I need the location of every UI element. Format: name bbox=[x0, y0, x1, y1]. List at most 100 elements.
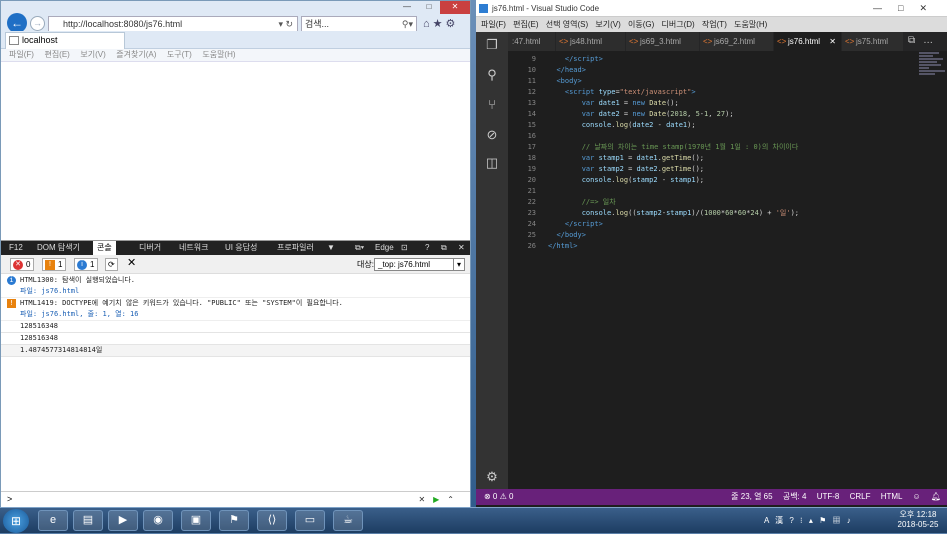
tab-ui-responsiveness[interactable]: UI 응답성 bbox=[225, 241, 257, 255]
cursor-position[interactable]: 줄 23, 열 65 bbox=[731, 492, 772, 501]
minimap[interactable] bbox=[919, 51, 947, 91]
language-mode[interactable]: HTML bbox=[881, 492, 902, 501]
menu-tasks[interactable]: 작업(T) bbox=[702, 20, 727, 29]
menu-edit[interactable]: 편집(E) bbox=[44, 49, 69, 61]
console-input[interactable]: > ✕▶⌃ bbox=[1, 491, 470, 507]
problems-indicator[interactable]: ⊗ 0 ⚠ 0 bbox=[484, 489, 513, 505]
maximize-button[interactable]: □ bbox=[898, 3, 919, 13]
ie-taskbar-icon[interactable]: e bbox=[38, 510, 68, 531]
menu-view[interactable]: 보기(V) bbox=[595, 20, 620, 29]
message-file-link[interactable]: 파일: js76.html, 줄: 1, 열: 16 bbox=[20, 309, 470, 320]
menu-file[interactable]: 파일(F) bbox=[481, 20, 506, 29]
clear-console-icon[interactable]: ✕ bbox=[125, 258, 138, 271]
debug-icon[interactable]: ⊘ bbox=[485, 128, 499, 142]
media-taskbar-icon[interactable]: ▶ bbox=[108, 510, 138, 531]
emulation-icon[interactable]: ⧉▾ bbox=[355, 241, 364, 255]
bell-icon[interactable]: 🔔︎ bbox=[931, 492, 941, 501]
ime-indicator[interactable]: A 漢 bbox=[764, 516, 785, 525]
volume-icon[interactable]: ♪ bbox=[847, 516, 853, 525]
smiley-icon[interactable]: ☺ bbox=[912, 492, 920, 501]
forward-button[interactable]: → bbox=[30, 16, 45, 31]
clear-input-icon[interactable]: ✕ bbox=[418, 495, 433, 504]
menu-selection[interactable]: 선택 영역(S) bbox=[546, 20, 588, 29]
app-taskbar-icon[interactable]: ▣ bbox=[181, 510, 211, 531]
split-editor-icon[interactable]: ⧉… bbox=[908, 35, 941, 46]
clear-on-nav-button[interactable]: ⟳ bbox=[105, 258, 118, 271]
search-icon[interactable]: ⚲▾ bbox=[402, 17, 413, 32]
chevron-up-icon[interactable]: ▴ bbox=[809, 516, 815, 525]
code-line: console.log(stamp2 - stamp1); bbox=[581, 176, 705, 184]
menu-debug[interactable]: 디버그(D) bbox=[662, 20, 695, 29]
minimize-button[interactable]: — bbox=[873, 3, 898, 13]
explorer-icon[interactable]: ❐ bbox=[485, 38, 499, 52]
error-filter[interactable]: ✕ 0 bbox=[10, 258, 35, 271]
search-placeholder: 검색... bbox=[305, 19, 330, 29]
close-button[interactable]: ✕ bbox=[919, 3, 943, 13]
minimize-button[interactable]: — bbox=[396, 1, 418, 14]
run-icon[interactable]: ▶ bbox=[433, 495, 447, 504]
window-title: js76.html - Visual Studio Code bbox=[492, 4, 600, 13]
menu-help[interactable]: 도움말(H) bbox=[202, 49, 235, 61]
menu-view[interactable]: 보기(V) bbox=[80, 49, 105, 61]
pdf-taskbar-icon[interactable]: ⚑ bbox=[219, 510, 249, 531]
gear-icon[interactable]: ⚙ bbox=[485, 470, 499, 484]
edge-mode-label[interactable]: Edge bbox=[375, 241, 394, 255]
menu-help[interactable]: 도움말(H) bbox=[734, 20, 767, 29]
encoding[interactable]: UTF-8 bbox=[817, 492, 840, 501]
tab-dom-explorer[interactable]: DOM 탐색기 bbox=[37, 241, 80, 255]
expand-icon[interactable]: ⌃ bbox=[447, 495, 462, 504]
close-button[interactable]: ✕ bbox=[440, 1, 470, 14]
close-devtools-icon[interactable]: ✕ bbox=[458, 241, 465, 255]
tab-debugger[interactable]: 디버거 bbox=[139, 241, 161, 255]
favorites-icon[interactable]: ★ bbox=[433, 18, 446, 30]
clock[interactable]: 오후 12:18 2018-05-25 bbox=[890, 510, 946, 530]
info-filter[interactable]: i1 bbox=[74, 258, 99, 271]
vscode-taskbar-icon[interactable]: ⟨⟩ bbox=[257, 510, 287, 531]
tab-localhost[interactable]: localhost bbox=[5, 32, 125, 49]
menu-file[interactable]: 파일(F) bbox=[9, 49, 34, 61]
tab-file[interactable]: :47.html bbox=[508, 32, 556, 51]
home-icon[interactable]: ⌂ bbox=[423, 18, 433, 30]
help-icon[interactable]: ? bbox=[789, 516, 795, 525]
warning-icon: ! bbox=[7, 299, 16, 308]
extensions-icon[interactable]: ◫ bbox=[485, 156, 499, 170]
line-ending[interactable]: CRLF bbox=[850, 492, 871, 501]
close-tab-icon[interactable]: ✕ bbox=[829, 32, 836, 51]
start-button[interactable]: ⊞ bbox=[3, 509, 29, 533]
back-button[interactable]: ← bbox=[7, 13, 27, 33]
explorer-taskbar-icon[interactable]: ▤ bbox=[73, 510, 103, 531]
menu-go[interactable]: 이동(G) bbox=[628, 20, 654, 29]
java-taskbar-icon[interactable]: ☕︎ bbox=[333, 510, 363, 531]
source-control-icon[interactable]: ⑂ bbox=[485, 98, 499, 112]
network-icon[interactable]: ▦ bbox=[832, 516, 842, 525]
message-file-link[interactable]: 파일: js76.html bbox=[20, 286, 470, 297]
warning-filter[interactable]: ! 1 bbox=[42, 258, 67, 271]
tab-active-file[interactable]: <> js76.html ✕ bbox=[774, 32, 842, 51]
tab-network[interactable]: 네트워크 bbox=[179, 241, 208, 255]
tab-profiler[interactable]: 프로파일러 bbox=[277, 241, 314, 255]
indentation[interactable]: 공백: 4 bbox=[783, 492, 807, 501]
settings-icon[interactable]: ⁝ bbox=[800, 516, 805, 525]
maximize-button[interactable]: □ bbox=[418, 1, 440, 14]
tab-file[interactable]: <> js69_2.html bbox=[700, 32, 774, 51]
search-icon[interactable]: ⚲ bbox=[485, 68, 499, 82]
tab-file[interactable]: <> js69_3.html bbox=[626, 32, 700, 51]
undock-icon[interactable]: ⧉ bbox=[441, 241, 447, 255]
line-number: 24 bbox=[527, 220, 536, 228]
tab-file[interactable]: <> js48.html bbox=[556, 32, 626, 51]
menu-favorites[interactable]: 즐겨찾기(A) bbox=[116, 49, 156, 61]
refresh-icon[interactable]: ▾ ↻ bbox=[278, 17, 293, 32]
console-icon[interactable]: ⊡ bbox=[401, 241, 408, 255]
gear-icon[interactable]: ⚙ bbox=[446, 18, 459, 30]
tab-console[interactable]: 콘솔 bbox=[93, 241, 116, 255]
target-select[interactable]: _top: js76.html ▾ bbox=[374, 258, 465, 271]
chrome-taskbar-icon[interactable]: ◉ bbox=[143, 510, 173, 531]
terminal-taskbar-icon[interactable]: ▭ bbox=[295, 510, 325, 531]
code-editor[interactable]: 9 10 11 12 13 14 15 16 17 18 19 20 21 22 23 24 25 26 </sc… bbox=[508, 51, 947, 489]
more-tabs-icon[interactable]: ▼ bbox=[327, 241, 335, 255]
help-icon[interactable]: ? bbox=[425, 241, 429, 255]
menu-tools[interactable]: 도구(T) bbox=[167, 49, 192, 61]
tab-file[interactable]: <> js75.html bbox=[842, 32, 904, 51]
flag-icon[interactable]: ⚑ bbox=[819, 516, 828, 525]
menu-edit[interactable]: 편집(E) bbox=[513, 20, 538, 29]
